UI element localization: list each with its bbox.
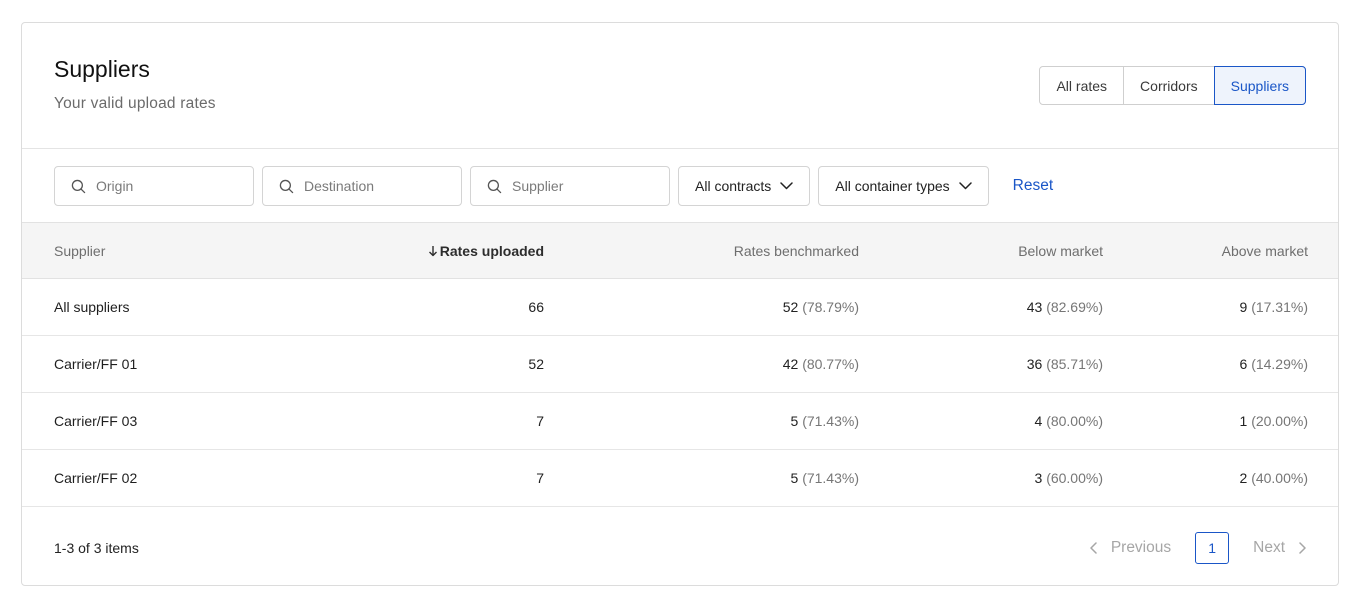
destination-input[interactable] — [302, 177, 456, 195]
previous-page-button[interactable]: Previous — [1090, 539, 1171, 557]
cell-value: 5 — [790, 413, 799, 429]
arrow-down-icon — [428, 245, 437, 256]
cell-above-market: 2 (40.00%) — [1103, 450, 1338, 507]
cell-percent: (78.79%) — [802, 299, 859, 315]
column-header-rates-uploaded-label: Rates uploaded — [439, 242, 544, 259]
cell-supplier: Carrier/FF 01 — [54, 356, 138, 372]
cell-value: 2 — [1239, 470, 1248, 486]
chevron-right-icon — [1299, 542, 1306, 554]
tab-suppliers[interactable]: Suppliers — [1213, 66, 1306, 105]
search-icon — [487, 179, 502, 193]
table-row[interactable]: All suppliers 66 52 (78.79%) 43 (82.69%)… — [22, 279, 1338, 336]
reset-button[interactable]: Reset — [1013, 177, 1054, 195]
cell-supplier: Carrier/FF 03 — [54, 413, 138, 429]
page-title: Suppliers — [54, 56, 150, 82]
cell-percent: (80.00%) — [1046, 413, 1103, 429]
cell-below-market: 43 (82.69%) — [859, 279, 1103, 336]
view-switcher: All rates Corridors Suppliers — [1039, 66, 1306, 105]
cell-value: 52 — [782, 299, 799, 315]
cell-above-market: 6 (14.29%) — [1103, 336, 1338, 393]
cell-rates-uploaded: 52 — [528, 356, 544, 372]
column-header-above-market[interactable]: Above market — [1103, 222, 1338, 279]
cell-rates-uploaded: 7 — [536, 470, 544, 486]
contracts-dropdown[interactable]: All contracts — [678, 166, 811, 206]
table-row[interactable]: Carrier/FF 02 7 5 (71.43%) 3 (60.00%) 2 … — [22, 450, 1338, 507]
page-number-button[interactable]: 1 — [1195, 532, 1230, 564]
suppliers-table: Supplier Rates uploaded Rates benchmarke… — [22, 222, 1338, 507]
supplier-input[interactable] — [510, 177, 664, 195]
cell-rates-uploaded: 7 — [536, 413, 544, 429]
next-page-button[interactable]: Next — [1253, 539, 1306, 557]
column-header-below-market[interactable]: Below market — [859, 222, 1103, 279]
tab-all-rates[interactable]: All rates — [1040, 67, 1124, 104]
contracts-dropdown-label: All contracts — [695, 178, 772, 194]
origin-input[interactable] — [94, 177, 248, 195]
cell-percent: (14.29%) — [1251, 356, 1308, 372]
destination-search-box[interactable] — [262, 166, 462, 206]
origin-search-box[interactable] — [54, 166, 254, 206]
cell-percent: (85.71%) — [1046, 356, 1103, 372]
cell-rates-benchmarked: 52 (78.79%) — [544, 279, 859, 336]
tab-corridors[interactable]: Corridors — [1123, 67, 1214, 104]
cell-value: 43 — [1026, 299, 1043, 315]
cell-percent: (82.69%) — [1046, 299, 1103, 315]
cell-percent: (20.00%) — [1251, 413, 1308, 429]
cell-value: 4 — [1034, 413, 1043, 429]
cell-supplier: All suppliers — [54, 299, 130, 315]
search-icon — [71, 179, 86, 193]
cell-rates-benchmarked: 5 (71.43%) — [544, 450, 860, 507]
cell-percent: (60.00%) — [1046, 470, 1103, 486]
cell-above-market: 9 (17.31%) — [1103, 279, 1338, 336]
cell-below-market: 36 (85.71%) — [859, 336, 1103, 393]
suppliers-card: Suppliers Your valid upload rates All ra… — [21, 22, 1339, 586]
cell-value: 3 — [1034, 470, 1043, 486]
cell-value: 9 — [1239, 299, 1248, 315]
column-header-supplier[interactable]: Supplier — [22, 222, 354, 279]
cell-percent: (17.31%) — [1251, 299, 1308, 315]
cell-percent: (40.00%) — [1251, 470, 1308, 486]
cell-value: 5 — [790, 470, 799, 486]
next-page-label: Next — [1253, 539, 1285, 556]
cell-percent: (71.43%) — [802, 413, 859, 429]
cell-above-market: 1 (20.00%) — [1103, 393, 1338, 450]
table-footer: 1-3 of 3 items Previous 1 Next — [22, 508, 1338, 585]
cell-percent: (71.43%) — [802, 470, 859, 486]
cell-supplier: Carrier/FF 02 — [54, 470, 138, 486]
supplier-search-box[interactable] — [470, 166, 670, 206]
chevron-down-icon — [958, 182, 972, 190]
cell-rates-benchmarked: 5 (71.43%) — [544, 393, 860, 450]
filter-bar: All contracts All container types Reset — [54, 166, 1053, 206]
cell-value: 42 — [782, 356, 799, 372]
cell-below-market: 3 (60.00%) — [859, 450, 1104, 507]
cell-value: 1 — [1239, 413, 1248, 429]
search-icon — [279, 179, 294, 193]
previous-page-label: Previous — [1110, 539, 1172, 556]
pagination: Previous 1 Next — [1090, 531, 1306, 565]
container-types-dropdown[interactable]: All container types — [818, 166, 989, 206]
item-count: 1-3 of 3 items — [54, 540, 139, 556]
cell-below-market: 4 (80.00%) — [859, 393, 1104, 450]
card-header: Suppliers Your valid upload rates All ra… — [22, 23, 1338, 149]
cell-rates-uploaded: 66 — [528, 299, 544, 315]
table-header-row: Supplier Rates uploaded Rates benchmarke… — [22, 222, 1338, 279]
page-subtitle: Your valid upload rates — [54, 95, 216, 112]
column-header-rates-benchmarked[interactable]: Rates benchmarked — [544, 222, 859, 279]
chevron-left-icon — [1090, 542, 1097, 554]
column-header-rates-uploaded[interactable]: Rates uploaded — [354, 222, 544, 279]
cell-value: 36 — [1026, 356, 1043, 372]
cell-percent: (80.77%) — [802, 356, 859, 372]
cell-value: 6 — [1239, 356, 1248, 372]
table-row[interactable]: Carrier/FF 01 52 42 (80.77%) 36 (85.71%)… — [22, 336, 1338, 393]
container-types-dropdown-label: All container types — [835, 178, 950, 194]
cell-rates-benchmarked: 42 (80.77%) — [544, 336, 859, 393]
table-row[interactable]: Carrier/FF 03 7 5 (71.43%) 4 (80.00%) 1 … — [22, 393, 1338, 450]
chevron-down-icon — [780, 182, 793, 190]
